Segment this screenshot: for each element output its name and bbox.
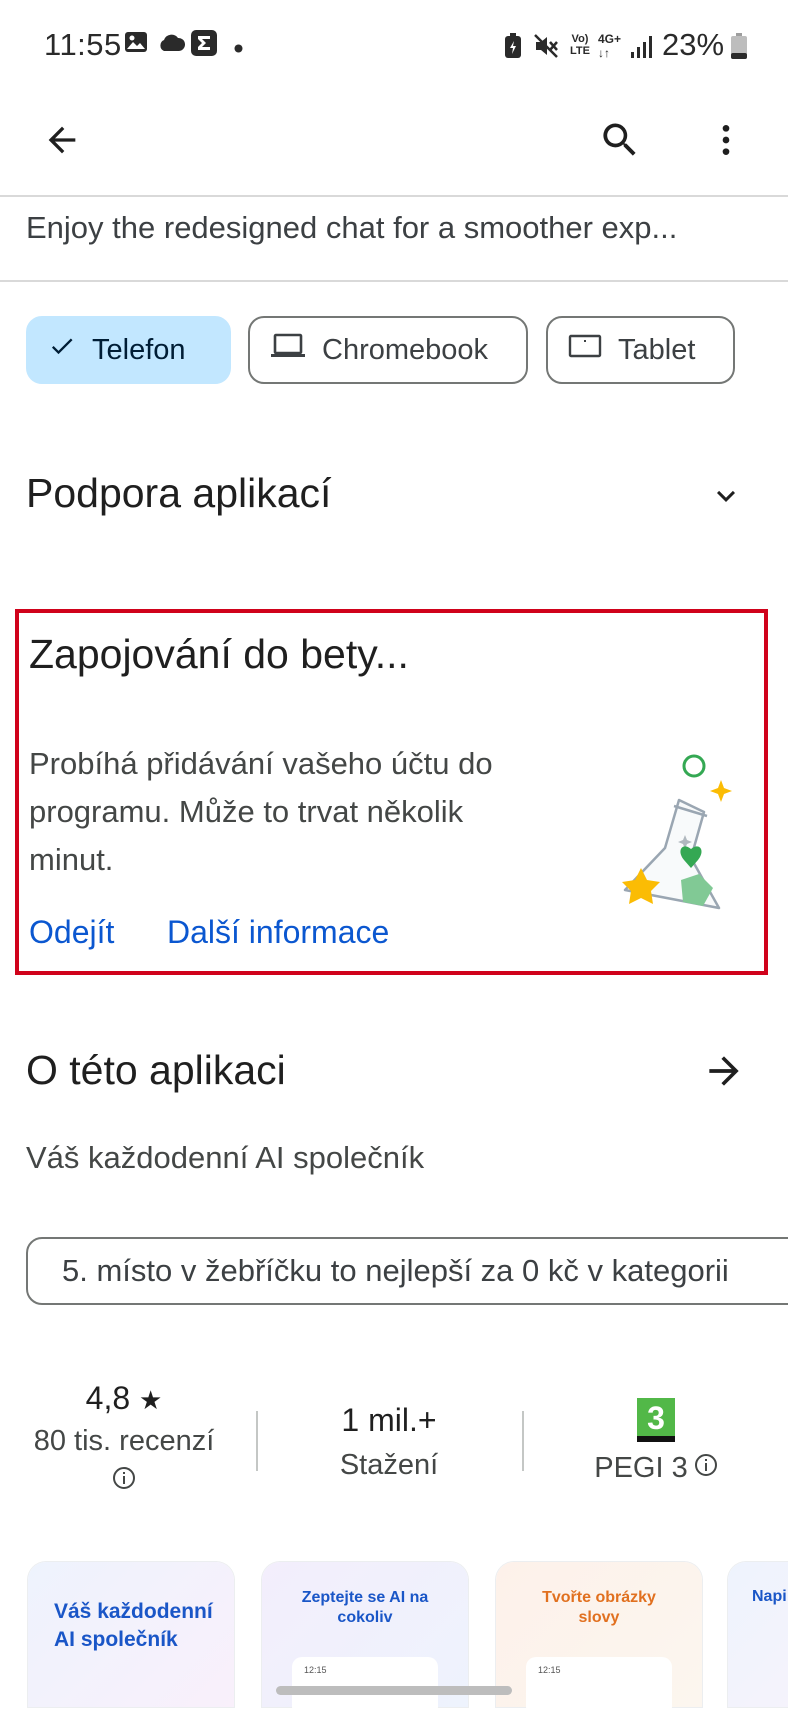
dot-icon bbox=[234, 40, 243, 58]
chip-tablet[interactable]: Tablet bbox=[546, 316, 735, 384]
app-support-title: Podpora aplikací bbox=[26, 470, 332, 516]
mute-icon bbox=[533, 33, 559, 64]
chip-label: Chromebook bbox=[322, 333, 489, 366]
screenshot-title: Zeptejte se AI na cokoliv bbox=[301, 1589, 429, 1626]
check-icon bbox=[48, 332, 76, 368]
chip-label: Tablet bbox=[618, 333, 696, 366]
chip-label: Telefon bbox=[92, 333, 186, 366]
search-button[interactable] bbox=[588, 110, 652, 174]
downloads-value: 1 mil.+ bbox=[341, 1402, 437, 1438]
laptop-icon bbox=[270, 332, 306, 368]
app-bar-divider bbox=[0, 195, 788, 197]
downloads-stat: 1 mil.+ Stažení bbox=[286, 1402, 492, 1482]
search-icon bbox=[598, 118, 642, 167]
tablet-icon bbox=[568, 332, 602, 368]
whats-new-text: Enjoy the redesigned chat for a smoother… bbox=[26, 210, 678, 245]
cloud-icon bbox=[157, 32, 186, 57]
screenshot-title: Tvořte obrázky slovy bbox=[542, 1589, 656, 1626]
volte-icon: Vo) LTE bbox=[570, 33, 590, 57]
downloads-label: Stažení bbox=[339, 1449, 439, 1481]
reviews-count: 80 tis. recenzí bbox=[33, 1425, 215, 1457]
battery-saver-icon bbox=[504, 33, 522, 64]
screenshot-3[interactable]: Tvořte obrázky slovy 12:15 bbox=[496, 1562, 702, 1717]
pegi-3-icon: 3 bbox=[637, 1398, 675, 1442]
arrow-right-icon bbox=[702, 1049, 746, 1098]
back-arrow-icon bbox=[42, 120, 82, 165]
status-bar: 11:55 Vo) LTE 4G+ ↓↑ 23% bbox=[0, 0, 788, 92]
screenshot-1[interactable]: Váš každodenní AI společník bbox=[28, 1562, 234, 1707]
signal-icon bbox=[630, 36, 654, 63]
chip-telefon[interactable]: Telefon bbox=[26, 316, 231, 384]
battery-percent: 23% bbox=[662, 27, 725, 62]
gesture-nav-handle[interactable] bbox=[276, 1686, 512, 1695]
stat-divider bbox=[256, 1411, 258, 1471]
beta-description: Probíhá přidávání vašeho účtu do program… bbox=[29, 746, 493, 877]
stat-divider bbox=[522, 1411, 524, 1471]
pegi-label: PEGI 3 bbox=[594, 1452, 688, 1484]
about-title: O této aplikaci bbox=[26, 1047, 286, 1093]
status-time: 11:55 bbox=[44, 27, 122, 62]
rank-chip[interactable]: 5. místo v žebříčku to nejlepší za 0 kč … bbox=[26, 1237, 788, 1305]
info-icon bbox=[26, 1466, 222, 1495]
more-info-link[interactable]: Další informace bbox=[167, 914, 389, 951]
whats-new-divider bbox=[0, 280, 788, 282]
rating-stat[interactable]: 4,8 ★ 80 tis. recenzí bbox=[26, 1380, 222, 1495]
gallery-icon bbox=[124, 30, 148, 59]
screenshot-4[interactable]: Napi bbox=[728, 1562, 788, 1707]
more-vert-icon bbox=[706, 120, 746, 165]
sigma-app-icon bbox=[191, 30, 217, 61]
beta-title: Zapojování do bety... bbox=[29, 631, 409, 677]
leave-beta-link[interactable]: Odejít bbox=[29, 914, 114, 951]
rating-value: 4,8 ★ bbox=[85, 1380, 163, 1416]
beta-flask-illustration bbox=[599, 740, 749, 925]
chip-chromebook[interactable]: Chromebook bbox=[248, 316, 528, 384]
battery-icon bbox=[731, 33, 747, 64]
info-icon bbox=[694, 1452, 718, 1485]
star-icon: ★ bbox=[139, 1385, 163, 1415]
screenshot-title: Váš každodenní AI společník bbox=[54, 1600, 213, 1651]
back-button[interactable] bbox=[30, 110, 94, 174]
pegi-stat[interactable]: 3 PEGI 3 bbox=[556, 1398, 756, 1485]
screenshot-title: Napi bbox=[752, 1588, 787, 1605]
4g-icon: 4G+ ↓↑ bbox=[598, 32, 622, 60]
more-options-button[interactable] bbox=[694, 110, 758, 174]
screenshot-phone-preview: 12:15 bbox=[526, 1657, 672, 1717]
beta-card: Zapojování do bety... Probíhá přidávání … bbox=[15, 609, 768, 975]
about-description: Váš každodenní AI společník bbox=[26, 1140, 425, 1175]
chevron-down-icon bbox=[708, 478, 744, 519]
app-bar bbox=[0, 92, 788, 197]
